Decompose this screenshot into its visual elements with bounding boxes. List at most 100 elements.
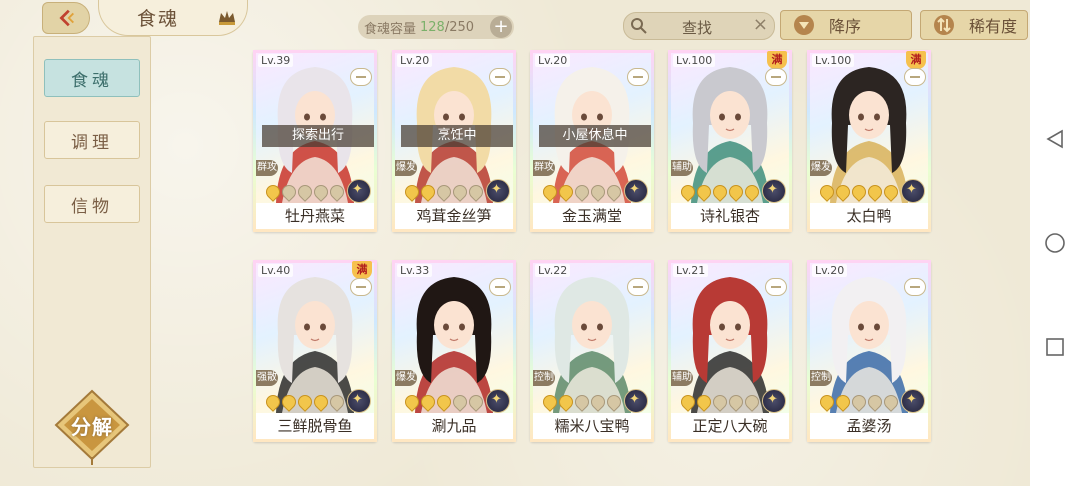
card-stars	[817, 392, 901, 412]
rank-emblem-icon	[762, 179, 786, 203]
food-soul-card[interactable]: Lv.100 满辅助诗礼银杏	[668, 50, 792, 232]
card-stars	[402, 392, 486, 412]
card-role-tag: 辅助	[671, 370, 693, 386]
star-icon	[402, 182, 422, 202]
food-soul-card[interactable]: Lv.40 满强散三鲜脱骨鱼	[253, 260, 377, 442]
star-icon	[450, 182, 470, 202]
card-stars	[678, 392, 762, 412]
card-name: 正定八大碗	[671, 413, 789, 439]
sidebar-item-tokens[interactable]: 信物	[44, 185, 140, 223]
system-nav-bar	[1030, 0, 1080, 486]
card-role-tag: 控制	[810, 370, 832, 386]
nav-back-icon[interactable]	[1044, 128, 1066, 150]
sidebar-item-cooking[interactable]: 调理	[44, 121, 140, 159]
star-icon	[311, 182, 331, 202]
max-level-badge: 满	[906, 51, 926, 69]
rank-emblem-icon	[901, 389, 925, 413]
star-icon	[694, 182, 714, 202]
food-soul-card[interactable]: Lv.100 满爆发太白鸭	[807, 50, 931, 232]
card-name: 鸡茸金丝笋	[395, 203, 513, 229]
card-role-tag: 辅助	[671, 160, 693, 176]
card-menu-icon[interactable]	[627, 278, 649, 296]
sort-order-label: 降序	[829, 17, 862, 36]
food-soul-card[interactable]: Lv.20 烹饪中爆发鸡茸金丝笋	[392, 50, 516, 232]
card-menu-icon[interactable]	[904, 278, 926, 296]
star-icon	[434, 182, 454, 202]
add-capacity-button[interactable]: +	[490, 16, 512, 38]
star-icon	[279, 392, 299, 412]
card-role-tag: 控制	[533, 370, 555, 386]
card-role-tag: 群攻	[256, 160, 278, 176]
food-soul-card[interactable]: Lv.33 爆发涮九品	[392, 260, 516, 442]
nav-recents-icon[interactable]	[1044, 336, 1066, 358]
sidebar-item-food-souls[interactable]: 食魂	[44, 59, 140, 97]
card-menu-icon[interactable]	[489, 278, 511, 296]
star-icon	[263, 182, 283, 202]
food-soul-card[interactable]: Lv.21 辅助正定八大碗	[668, 260, 792, 442]
star-icon	[742, 392, 762, 412]
food-soul-card[interactable]: Lv.22 控制糯米八宝鸭	[530, 260, 654, 442]
card-menu-icon[interactable]	[350, 278, 372, 296]
card-stars	[263, 182, 347, 202]
star-icon	[817, 182, 837, 202]
star-icon	[556, 392, 576, 412]
card-level: Lv.39	[258, 54, 294, 67]
card-role-tag: 群攻	[533, 160, 555, 176]
card-menu-icon[interactable]	[904, 68, 926, 86]
decompose-button[interactable]: 分解	[52, 389, 132, 465]
card-menu-icon[interactable]	[489, 68, 511, 86]
star-icon	[833, 182, 853, 202]
card-status: 探索出行	[262, 125, 374, 147]
sidebar-item-label: 调理	[71, 132, 113, 153]
top-bar: 食魂 食魂容量 128 /250 + 查找 × 降序 稀有度	[0, 0, 1030, 48]
card-role-tag: 爆发	[810, 160, 832, 176]
card-menu-icon[interactable]	[765, 68, 787, 86]
star-icon	[849, 392, 869, 412]
search-clear-button[interactable]: ×	[753, 14, 768, 35]
card-stars	[540, 182, 624, 202]
card-stars	[263, 392, 347, 412]
star-icon	[418, 182, 438, 202]
star-icon	[418, 392, 438, 412]
card-role-tag: 爆发	[395, 160, 417, 176]
card-stars	[540, 392, 624, 412]
star-icon	[678, 182, 698, 202]
search-input[interactable]: 查找 ×	[623, 12, 775, 40]
food-soul-card[interactable]: Lv.20 控制孟婆汤	[807, 260, 931, 442]
food-soul-card[interactable]: Lv.20 小屋休息中群攻金玉满堂	[530, 50, 654, 232]
card-level: Lv.22	[535, 264, 571, 277]
sort-order-button[interactable]: 降序	[780, 10, 912, 40]
rank-emblem-icon	[347, 389, 371, 413]
crown-icon[interactable]	[217, 8, 237, 26]
capacity-display: 食魂容量 128 /250 +	[358, 15, 514, 39]
star-icon	[295, 182, 315, 202]
card-stars	[678, 182, 762, 202]
sort-toggle-icon	[934, 15, 954, 35]
star-icon	[263, 392, 283, 412]
card-menu-icon[interactable]	[765, 278, 787, 296]
star-icon	[726, 182, 746, 202]
capacity-total: /250	[444, 19, 475, 35]
food-soul-card[interactable]: Lv.39 探索出行群攻牡丹燕菜	[253, 50, 377, 232]
star-icon	[817, 392, 837, 412]
card-name: 糯米八宝鸭	[533, 413, 651, 439]
capacity-current: 128	[420, 19, 445, 35]
star-icon	[466, 182, 486, 202]
sort-key-button[interactable]: 稀有度	[920, 10, 1028, 40]
card-status: 烹饪中	[401, 125, 513, 147]
sidebar-item-label: 食魂	[71, 70, 113, 91]
rank-emblem-icon	[347, 179, 371, 203]
search-icon	[631, 18, 647, 34]
card-name: 涮九品	[395, 413, 513, 439]
card-menu-icon[interactable]	[627, 68, 649, 86]
star-icon	[311, 392, 331, 412]
star-icon	[604, 182, 624, 202]
card-menu-icon[interactable]	[350, 68, 372, 86]
back-button[interactable]	[42, 2, 90, 34]
star-icon	[881, 392, 901, 412]
sort-key-label: 稀有度	[969, 17, 1018, 36]
nav-home-icon[interactable]	[1044, 232, 1066, 254]
max-level-badge: 满	[352, 261, 372, 279]
card-name: 太白鸭	[810, 203, 928, 229]
rank-emblem-icon	[624, 389, 648, 413]
